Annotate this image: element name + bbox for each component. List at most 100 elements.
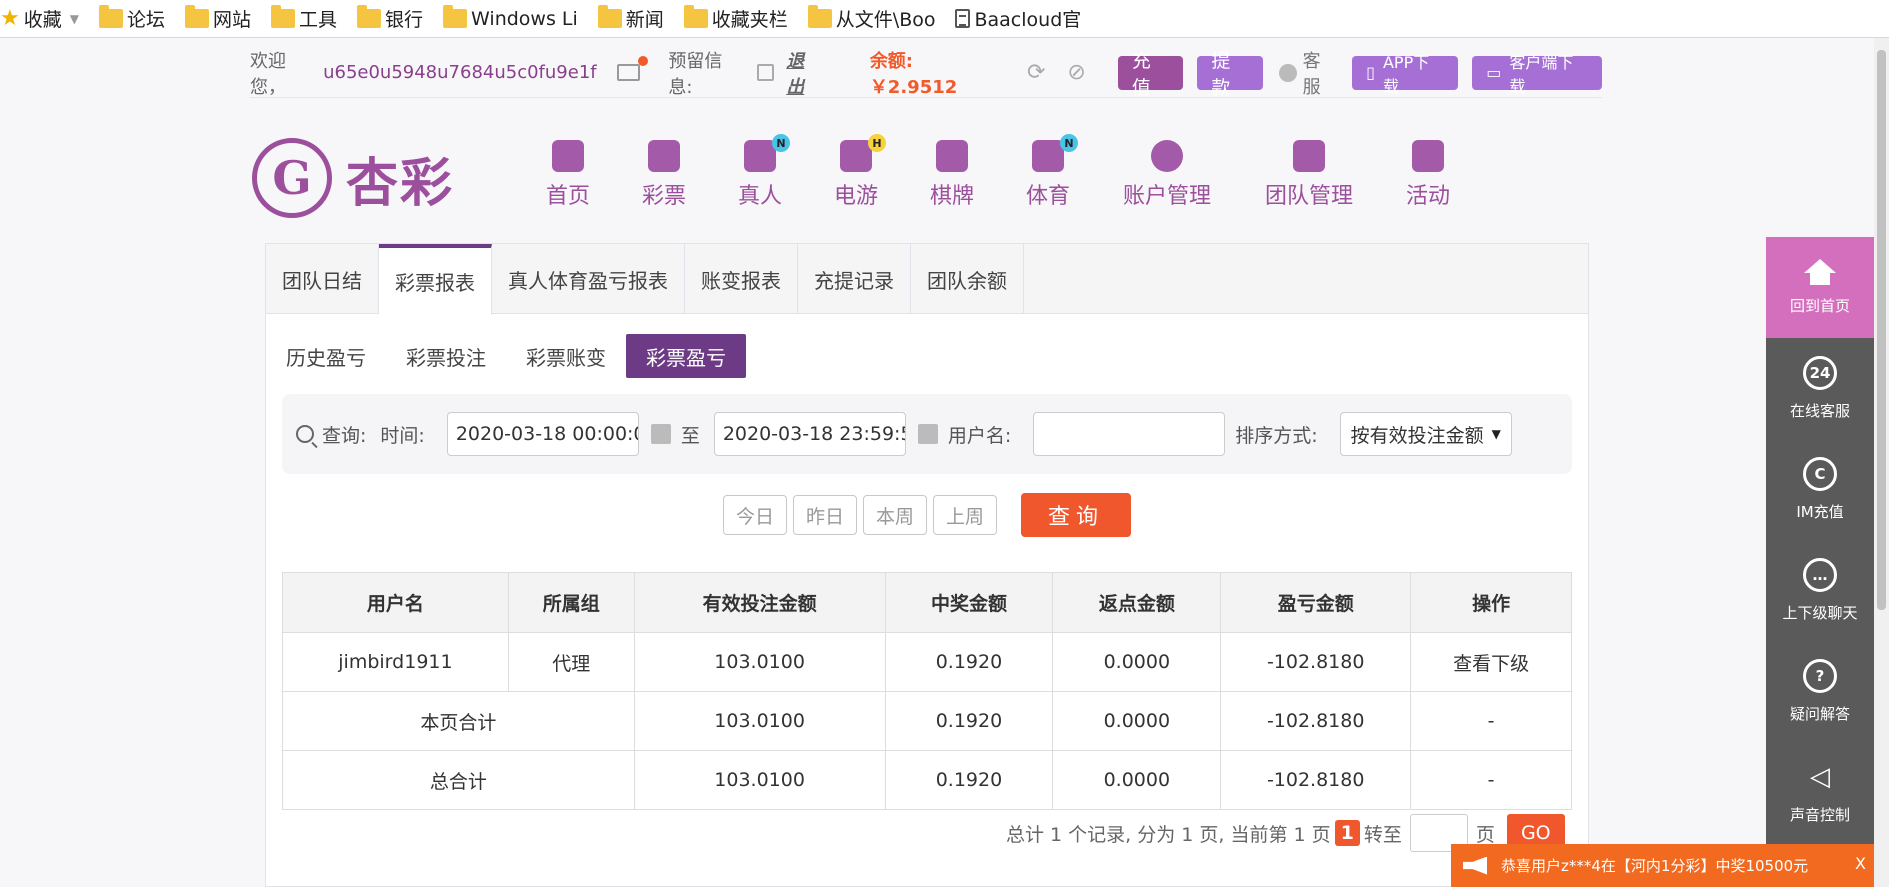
client-download-button[interactable]: ▭ 客户端下载: [1472, 53, 1603, 96]
subtab-lottery-bets[interactable]: 彩票投注: [386, 334, 506, 378]
subtab-history-pnl[interactable]: 历史盈亏: [266, 334, 386, 378]
bookmark-forum[interactable]: 论坛: [98, 4, 165, 34]
eye-hide-icon[interactable]: ⊘: [1067, 60, 1085, 85]
report-table: 用户名 所属组 有效投注金额 中奖金额 返点金额 盈亏金额 操作 jimbird…: [282, 572, 1572, 810]
username-input[interactable]: [1033, 412, 1226, 456]
bookmark-label: 论坛: [126, 9, 165, 31]
faq-button[interactable]: ? 疑问解答: [1766, 641, 1874, 742]
subtab-lottery-pnl[interactable]: 彩票盈亏: [626, 334, 746, 378]
trophy-icon: N: [1032, 134, 1078, 172]
view-subordinates-link[interactable]: 查看下级: [1410, 632, 1572, 692]
logo-text: 杏彩: [346, 153, 455, 214]
bookmark-sites[interactable]: 网站: [185, 4, 251, 34]
col-group: 所属组: [507, 572, 635, 633]
sidebar-label: 回到首页: [1789, 297, 1850, 315]
today-button[interactable]: 今日: [722, 495, 787, 535]
cell-win: 0.1920: [884, 691, 1054, 751]
online-service-button[interactable]: 24 在线客服: [1766, 338, 1874, 439]
calendar-icon[interactable]: [650, 424, 671, 444]
bookmark-favbar[interactable]: 收藏夹栏: [683, 4, 788, 34]
recharge-button[interactable]: 充值: [1117, 50, 1184, 99]
tab-live-sports-report[interactable]: 真人体育盈亏报表: [492, 244, 685, 314]
nav-team[interactable]: 团队管理: [1238, 140, 1380, 210]
nav-label: 棋牌: [929, 184, 974, 209]
cell-win: 0.1920: [884, 632, 1054, 692]
this-week-button[interactable]: 本周: [863, 495, 928, 535]
calendar-icon[interactable]: [917, 424, 938, 444]
bookmark-windows[interactable]: Windows Li: [443, 4, 578, 34]
badge-new: N: [1060, 134, 1078, 152]
folder-icon: [807, 5, 832, 28]
bookmark-bank[interactable]: 银行: [357, 4, 423, 34]
withdraw-button[interactable]: 提款: [1197, 50, 1263, 99]
cell-rebate: 0.0000: [1052, 632, 1222, 692]
floating-sidebar: 回到首页 24 在线客服 C IM充值 … 上下级聊天 ? 疑问解答 ◁ 声音控…: [1766, 237, 1874, 887]
page-total-row: 本页合计 103.0100 0.1920 0.0000 -102.8180 -: [282, 691, 1572, 751]
report-subtabs: 历史盈亏 彩票投注 彩票账变 彩票盈亏: [266, 314, 1588, 386]
cell-rebate: 0.0000: [1052, 691, 1222, 751]
bookmark-label: 新闻: [625, 9, 664, 31]
bookmark-fromfile[interactable]: 从文件\Boo: [807, 4, 935, 34]
sort-select[interactable]: 按有效投注金额 ▼: [1339, 412, 1512, 456]
nav-sports[interactable]: N 体育: [1000, 134, 1096, 210]
tab-team-daily[interactable]: 团队日结: [266, 244, 379, 314]
app-download-button[interactable]: ▯ APP下载: [1352, 53, 1459, 96]
headset-24-icon: 24: [1803, 356, 1837, 390]
im-recharge-button[interactable]: C IM充值: [1766, 439, 1874, 540]
nav-lottery[interactable]: 彩票: [616, 140, 712, 210]
refresh-icon[interactable]: ⟳: [1027, 60, 1045, 85]
cell-rebate: 0.0000: [1052, 750, 1222, 810]
bookmark-tools[interactable]: 工具: [271, 4, 337, 34]
mail-icon[interactable]: [616, 56, 649, 81]
yesterday-button[interactable]: 昨日: [792, 495, 857, 535]
gamepad-icon: H: [840, 134, 886, 172]
nav-label: 体育: [1025, 184, 1070, 209]
notice-text: 恭喜用户z***4在【河内1分彩】中奖10500元: [1501, 857, 1809, 875]
logout-link[interactable]: 退出: [786, 47, 822, 99]
subtab-lottery-changes[interactable]: 彩票账变: [506, 334, 626, 378]
scrollbar-thumb[interactable]: [1877, 50, 1886, 610]
question-icon: ?: [1803, 659, 1837, 693]
site-logo[interactable]: G 杏彩: [252, 138, 454, 218]
tab-team-balance[interactable]: 团队余额: [911, 244, 1024, 314]
tab-deposit-withdraw[interactable]: 充提记录: [798, 244, 911, 314]
end-time-input[interactable]: 2020-03-18 23:59:59: [713, 412, 906, 456]
phone-icon: ▯: [1366, 63, 1375, 82]
monitor-icon: ▭: [1486, 63, 1502, 82]
nav-live[interactable]: N 真人: [712, 134, 808, 210]
folder-icon: [357, 5, 382, 28]
cell-valid-bet: 103.0100: [633, 691, 886, 751]
account-topbar: 欢迎您， u65e0u5948u7684u5c0fu9e1f 预留信息: 退出 …: [250, 47, 1603, 99]
nav-label: 电游: [833, 184, 878, 209]
tab-account-change[interactable]: 账变报表: [685, 244, 798, 314]
nav-account[interactable]: 账户管理: [1096, 140, 1238, 210]
team-chat-button[interactable]: … 上下级聊天: [1766, 540, 1874, 641]
col-action: 操作: [1410, 572, 1572, 633]
nav-cards[interactable]: 棋牌: [904, 140, 1000, 210]
chat-bubble-icon: …: [1803, 558, 1837, 592]
bookmark-favorites[interactable]: ★ 收藏 ▼: [0, 4, 79, 34]
start-time-input[interactable]: 2020-03-18 00:00:00: [446, 412, 639, 456]
chevron-down-icon: ▼: [1491, 427, 1501, 441]
bookmark-news[interactable]: 新闻: [597, 4, 664, 34]
current-page[interactable]: 1: [1334, 820, 1360, 846]
tab-lottery-report[interactable]: 彩票报表: [379, 244, 492, 315]
gift-icon: [1412, 140, 1444, 172]
cell-valid-bet: 103.0100: [633, 750, 886, 810]
customer-service-link[interactable]: 客服: [1278, 47, 1338, 99]
edit-icon[interactable]: [757, 64, 775, 81]
last-week-button[interactable]: 上周: [933, 495, 998, 535]
close-icon[interactable]: X: [1855, 854, 1866, 873]
nav-egames[interactable]: H 电游: [808, 134, 904, 210]
search-button[interactable]: 查询: [1021, 493, 1132, 537]
back-home-button[interactable]: 回到首页: [1766, 237, 1874, 338]
page-scrollbar[interactable]: [1874, 38, 1889, 887]
cell-total-label: 总合计: [282, 750, 635, 810]
nav-promo[interactable]: 活动: [1380, 140, 1476, 210]
sidebar-label: 上下级聊天: [1782, 604, 1858, 622]
grand-total-row: 总合计 103.0100 0.1920 0.0000 -102.8180 -: [282, 750, 1572, 810]
speaker-icon: ◁: [1810, 762, 1830, 792]
nav-home[interactable]: 首页: [520, 140, 616, 210]
sound-control-button[interactable]: ◁ 声音控制: [1766, 742, 1874, 843]
bookmark-baacloud[interactable]: Baacloud官: [955, 4, 1081, 34]
